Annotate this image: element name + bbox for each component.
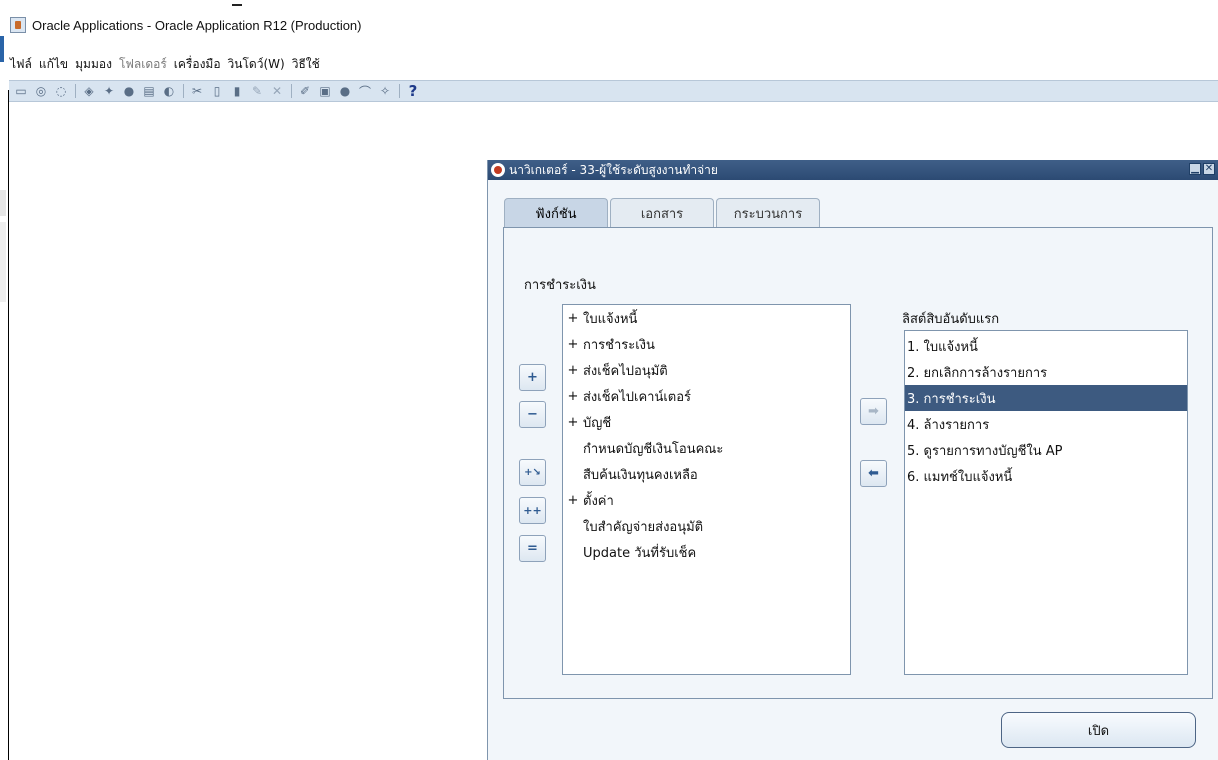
clear-record-icon[interactable]: ✎: [249, 83, 265, 99]
list-item[interactable]: Update วันที่รับเช็ค: [563, 539, 850, 565]
menu-bar: ไฟล์ แก้ไข มุมมอง โฟลเดอร์ เครื่องมือ วิ…: [10, 55, 320, 75]
title-bar: Oracle Applications - Oracle Application…: [0, 12, 1218, 38]
refresh-icon[interactable]: ◌: [53, 83, 69, 99]
new-icon[interactable]: ▭: [13, 83, 29, 99]
menu-help[interactable]: วิธีใช้: [292, 55, 320, 75]
collapse-all-button[interactable]: =: [519, 535, 546, 562]
translations-icon[interactable]: ▣: [317, 83, 333, 99]
navigator-icon[interactable]: ✦: [101, 83, 117, 99]
menu-window[interactable]: วินโดว์(W): [228, 55, 285, 75]
list-item[interactable]: + ตั้งค่า: [563, 487, 850, 513]
list-item-label: ใบแจ้งหนี้: [583, 311, 638, 327]
close-icon[interactable]: ✕: [1203, 163, 1215, 175]
list-item-label: การชำระเงิน: [583, 337, 655, 353]
expand-marker: +: [567, 492, 579, 508]
toolbar-separator: [399, 84, 400, 98]
navigator-window-buttons: ▁ ✕: [1189, 163, 1215, 175]
list-item[interactable]: + ส่งเช็คไปอนุมัติ: [563, 357, 850, 383]
open-button[interactable]: เปิด: [1001, 712, 1196, 748]
list-item[interactable]: ใบสำคัญจ่ายส่งอนุมัติ: [563, 513, 850, 539]
menu-tools[interactable]: เครื่องมือ: [174, 55, 221, 75]
expand-all-button[interactable]: ++: [519, 497, 546, 524]
list-item[interactable]: 4. ล้างรายการ: [905, 411, 1187, 437]
tab-functions[interactable]: ฟังก์ชัน: [504, 198, 608, 228]
remove-from-list-button[interactable]: ⬅: [860, 460, 887, 487]
add-to-list-button[interactable]: ➡: [860, 398, 887, 425]
print-icon[interactable]: ▤: [141, 83, 157, 99]
toolbar-separator: [75, 84, 76, 98]
top-ten-label: ลิสต์สิบอันดับแรก: [902, 312, 1000, 327]
list-item[interactable]: 2. ยกเลิกการล้างรายการ: [905, 359, 1187, 385]
list-item[interactable]: 1. ใบแจ้งหนี้: [905, 333, 1187, 359]
help-icon[interactable]: ?: [405, 82, 421, 100]
expand-marker: +: [567, 362, 579, 378]
background-window-edge-grey-2: [0, 222, 6, 302]
list-item[interactable]: + บัญชี: [563, 409, 850, 435]
background-window-edge-grey: [0, 190, 6, 216]
menu-folder[interactable]: โฟลเดอร์: [119, 55, 167, 75]
list-item-label: ส่งเช็คไปเคาน์เตอร์: [583, 389, 692, 405]
list-item-label: สืบค้นเงินทุนคงเหลือ: [583, 467, 698, 483]
list-item[interactable]: + การชำระเงิน: [563, 331, 850, 357]
navigator-title: นาวิเกเตอร์ - 33-ผู้ใช้ระดับสูงงานทำจ่าย: [509, 162, 718, 177]
tab-documents[interactable]: เอกสาร: [610, 198, 714, 228]
background-window-edge: [0, 36, 4, 62]
save-icon[interactable]: ◈: [81, 83, 97, 99]
functions-panel: การชำระเงิน + ใบแจ้งหนี้ + การชำระเงิน + ส่…: [503, 227, 1213, 699]
list-item-label: Update วันที่รับเช็ค: [583, 545, 697, 561]
paste-icon[interactable]: ▮: [229, 83, 245, 99]
list-item[interactable]: + ใบแจ้งหนี้: [563, 305, 850, 331]
expand-marker: +: [567, 336, 579, 352]
oracle-icon: [491, 163, 505, 177]
list-item-label: ส่งเช็คไปอนุมัติ: [583, 363, 668, 379]
expand-branch-button[interactable]: +↘: [519, 459, 546, 486]
list-item-label: ตั้งค่า: [583, 493, 614, 509]
tab-processes[interactable]: กระบวนการ: [716, 198, 820, 228]
close-form-icon[interactable]: ◐: [161, 83, 177, 99]
edit-field-icon[interactable]: ✐: [297, 83, 313, 99]
toolbar: ▭ ◎ ◌ ◈ ✦ ● ▤ ◐ ✂ ▯ ▮ ✎ ✕ ✐ ▣ ● ⌒ ✧ ?: [9, 80, 1218, 102]
navigator-window: นาวิเกเตอร์ - 33-ผู้ใช้ระดับสูงงานทำจ่าย…: [487, 160, 1218, 760]
window-edge-mark: [232, 0, 242, 6]
list-item-label: บัญชี: [583, 415, 612, 431]
top-ten-list[interactable]: 1. ใบแจ้งหนี้ 2. ยกเลิกการล้างรายการ 3. …: [904, 330, 1188, 675]
toolbar-separator: [291, 84, 292, 98]
list-item-label: ใบสำคัญจ่ายส่งอนุมัติ: [583, 519, 704, 535]
collapse-button[interactable]: −: [519, 401, 546, 428]
function-list[interactable]: + ใบแจ้งหนี้ + การชำระเงิน + ส่งเช็คไปอนุมั…: [562, 304, 851, 675]
expand-marker: +: [567, 310, 579, 326]
copy-icon[interactable]: ▯: [209, 83, 225, 99]
list-item[interactable]: สืบค้นเงินทุนคงเหลือ: [563, 461, 850, 487]
delete-record-icon[interactable]: ✕: [269, 83, 285, 99]
section-label: การชำระเงิน: [524, 278, 596, 293]
java-app-icon: [10, 17, 26, 33]
list-item[interactable]: กำหนดบัญชีเงินโอนคณะ: [563, 435, 850, 461]
navigator-title-bar: นาวิเกเตอร์ - 33-ผู้ใช้ระดับสูงงานทำจ่าย…: [488, 160, 1218, 180]
list-item-label: กำหนดบัญชีเงินโอนคณะ: [583, 441, 724, 457]
window-title: Oracle Applications - Oracle Application…: [32, 17, 362, 33]
attachments-globe-icon[interactable]: ●: [337, 83, 353, 99]
expand-button[interactable]: +: [519, 364, 546, 391]
list-item-selected[interactable]: 3. การชำระเงิน: [905, 385, 1187, 411]
list-item[interactable]: 5. ดูรายการทางบัญชีใน AP: [905, 437, 1187, 463]
list-item[interactable]: + ส่งเช็คไปเคาน์เตอร์: [563, 383, 850, 409]
folder-tools-icon[interactable]: ✧: [377, 83, 393, 99]
find-icon[interactable]: ◎: [33, 83, 49, 99]
window-frame-line: [8, 90, 9, 760]
expand-marker: +: [567, 388, 579, 404]
expand-marker: +: [567, 414, 579, 430]
attachment-icon[interactable]: ⌒: [357, 83, 373, 99]
cut-icon[interactable]: ✂: [189, 83, 205, 99]
minimize-icon[interactable]: ▁: [1189, 163, 1201, 175]
zoom-icon[interactable]: ●: [121, 83, 137, 99]
menu-file[interactable]: ไฟล์: [10, 55, 32, 75]
toolbar-separator: [183, 84, 184, 98]
list-item[interactable]: 6. แมทช์ใบแจ้งหนี้: [905, 463, 1187, 489]
menu-edit[interactable]: แก้ไข: [39, 55, 68, 75]
menu-view[interactable]: มุมมอง: [75, 55, 112, 75]
